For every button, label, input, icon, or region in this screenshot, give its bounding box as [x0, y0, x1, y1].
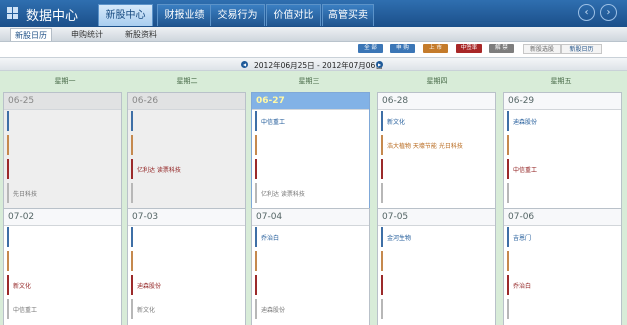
day-card[interactable]: 07-04 乔治白 迪森股份: [251, 208, 370, 325]
subscribe-entry[interactable]: 中信重工: [261, 117, 285, 126]
day-card[interactable]: 07-06 吉恩门 乔治白: [503, 208, 622, 325]
day-date: 07-05: [378, 209, 495, 226]
date-range-bar: ◀ 2012年06月25日 - 2012年07月06日 ▶: [0, 57, 627, 71]
ipo-calendar-button[interactable]: 新股日历: [561, 44, 602, 54]
day-date: 07-03: [128, 209, 245, 226]
back-arrow-icon[interactable]: ‹: [578, 4, 595, 21]
filter-subscribe-button[interactable]: 申 购: [390, 44, 415, 53]
unlock-entry[interactable]: 新文化: [137, 305, 155, 314]
day-card[interactable]: 07-03 迪森股份 新文化: [127, 208, 246, 325]
tab-new-stock-center[interactable]: 新股中心: [98, 4, 153, 26]
day-date: 06-27: [252, 93, 369, 110]
tab-executive-trades[interactable]: 高管买卖: [322, 4, 374, 26]
day-date: 06-28: [378, 93, 495, 110]
subscribe-entry[interactable]: 金河生物: [387, 233, 411, 242]
weekday-wed: 星期三: [298, 77, 320, 85]
unlock-entry[interactable]: 亿利达 读票科技: [261, 189, 305, 198]
day-date: 07-04: [252, 209, 369, 226]
tab-earnings[interactable]: 财报业绩: [157, 4, 212, 26]
day-card-today[interactable]: 06-27 中信重工 亿利达 读票科技: [251, 92, 370, 210]
subscribe-entry[interactable]: 新文化: [387, 117, 405, 126]
unlock-entry[interactable]: 迪森股份: [261, 305, 285, 314]
legend-bar: 全 部 申 购 上 市 中签率 解 禁 新股选股 新股日历: [0, 42, 627, 57]
filter-listing-button[interactable]: 上 市: [423, 44, 448, 53]
subscribe-entry[interactable]: 乔治白: [261, 233, 279, 242]
subtab-subscription-stats[interactable]: 申购统计: [66, 28, 108, 41]
next-week-icon[interactable]: ▶: [376, 61, 383, 68]
date-range-text: 2012年06月25日 - 2012年07月06日: [254, 61, 383, 70]
weekday-fri: 星期五: [550, 77, 572, 85]
allotment-entry[interactable]: 新文化: [13, 281, 31, 290]
subscribe-entry[interactable]: 迪森股份: [513, 117, 537, 126]
day-date: 06-29: [504, 93, 621, 110]
day-card[interactable]: 06-26 亿利达 读票科技: [127, 92, 246, 210]
forward-arrow-icon[interactable]: ›: [600, 4, 617, 21]
day-card[interactable]: 06-29 迪森股份 中信重工: [503, 92, 622, 210]
top-header: 数据中心 新股中心 财报业绩 交易行为 价值对比 高管买卖 ‹ ›: [0, 0, 627, 27]
day-card[interactable]: 07-02 新文化 中信重工: [3, 208, 122, 325]
app-title: 数据中心: [26, 9, 79, 24]
day-date: 07-02: [4, 209, 121, 226]
allotment-entry[interactable]: 乔治白: [513, 281, 531, 290]
listing-entry[interactable]: 浩大植物 天壕节能 光日科技: [387, 141, 463, 150]
tab-value-compare[interactable]: 价值对比: [266, 4, 321, 26]
day-card[interactable]: 07-05 金河生物: [377, 208, 496, 325]
sub-nav: 新股日历 申购统计 新股资料: [0, 27, 627, 42]
day-date: 06-25: [4, 93, 121, 110]
day-card[interactable]: 06-28 新文化 浩大植物 天壕节能 光日科技: [377, 92, 496, 210]
day-date: 07-06: [504, 209, 621, 226]
allotment-entry[interactable]: 亿利达 读票科技: [137, 165, 181, 174]
filter-all-button[interactable]: 全 部: [358, 44, 383, 53]
day-date: 06-26: [128, 93, 245, 110]
weekday-mon: 星期一: [54, 77, 76, 85]
subscribe-entry[interactable]: 吉恩门: [513, 233, 531, 242]
day-card[interactable]: 06-25 先日科技: [3, 92, 122, 210]
subtab-ipo-info[interactable]: 新股资料: [120, 28, 162, 41]
filter-unlock-button[interactable]: 解 禁: [489, 44, 514, 53]
tab-trading-behavior[interactable]: 交易行为: [210, 4, 265, 26]
allotment-entry[interactable]: 中信重工: [513, 165, 537, 174]
weekday-tue: 星期二: [176, 77, 198, 85]
unlock-entry[interactable]: 中信重工: [13, 305, 37, 314]
prev-week-icon[interactable]: ◀: [241, 61, 248, 68]
unlock-entry[interactable]: 先日科技: [13, 189, 37, 198]
grid-logo-icon: [7, 7, 19, 19]
allotment-entry[interactable]: 迪森股份: [137, 281, 161, 290]
weekday-thu: 星期四: [426, 77, 448, 85]
stock-picker-button[interactable]: 新股选股: [523, 44, 561, 54]
subtab-ipo-calendar[interactable]: 新股日历: [10, 28, 52, 41]
filter-allotment-rate-button[interactable]: 中签率: [456, 44, 482, 53]
